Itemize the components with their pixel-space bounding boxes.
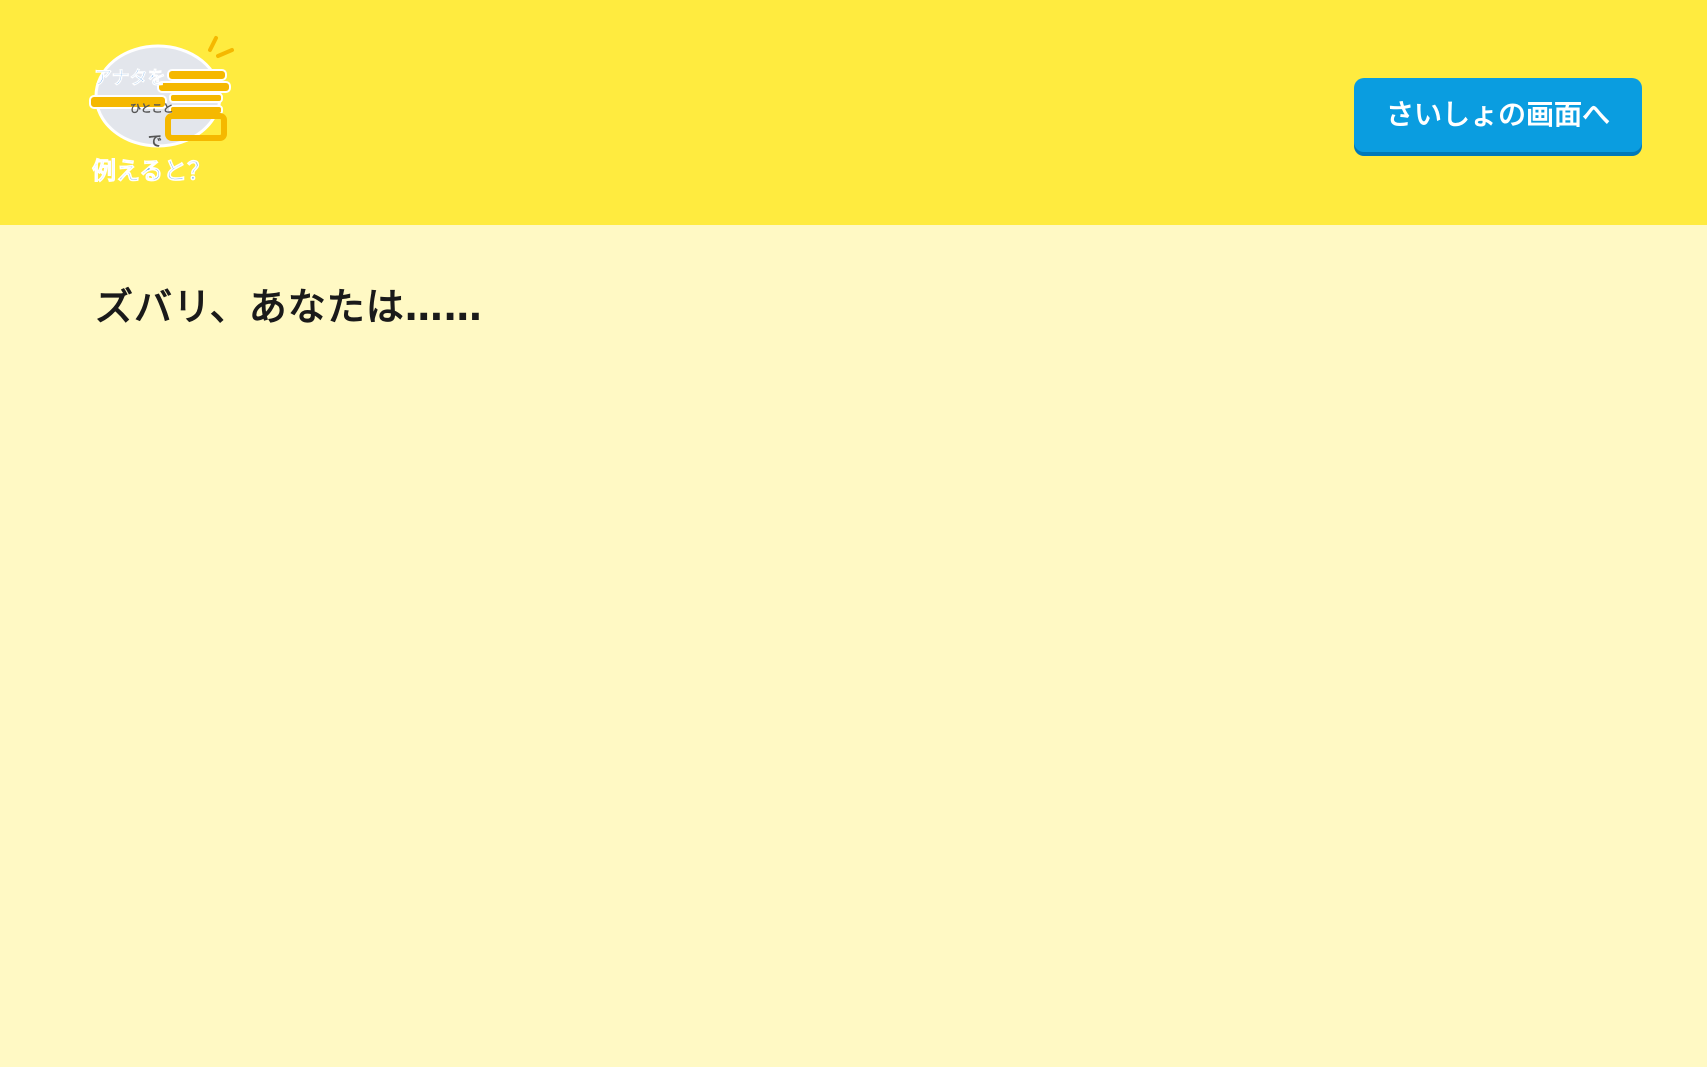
header-bar: アナタを ひとこと で 例えると？ さいしょの画面へ (0, 0, 1707, 225)
app-logo[interactable]: アナタを ひとこと で 例えると？ (88, 34, 258, 194)
logo-graphic: アナタを ひとこと で 例えると？ (89, 36, 234, 185)
result-heading: ズバリ、あなたは…… (95, 285, 483, 329)
back-to-start-button[interactable]: さいしょの画面へ (1354, 78, 1642, 152)
logo-text-line1: アナタを (94, 68, 166, 89)
logo-text-line3: で (148, 134, 162, 150)
page: アナタを ひとこと で 例えると？ さいしょの画面へ ズバリ、あなたは…… (0, 0, 1707, 1067)
logo-text-line4: 例えると？ (92, 157, 211, 185)
logo-text-line2: ひとこと (130, 102, 174, 115)
